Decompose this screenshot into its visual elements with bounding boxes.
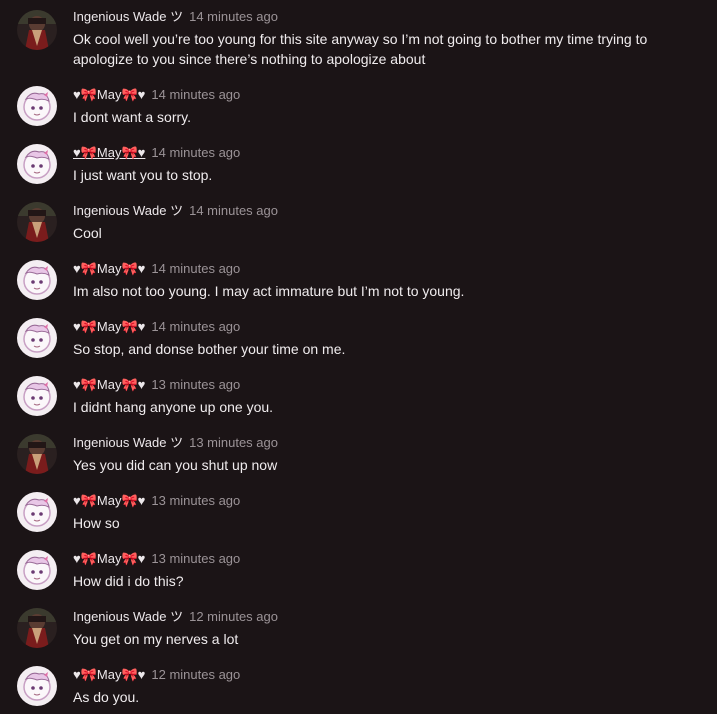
comment-text: How so	[73, 515, 120, 531]
user-avatar-pink[interactable]	[17, 376, 57, 416]
comment-text: You get on my nerves a lot	[73, 631, 239, 647]
user-avatar-pink[interactable]	[17, 86, 57, 126]
author-name[interactable]: ♥🎀May🎀♥	[73, 319, 145, 334]
comment-timestamp: 14 minutes ago	[189, 9, 278, 24]
comment-timestamp: 12 minutes ago	[151, 667, 241, 682]
user-avatar-dark[interactable]	[17, 608, 57, 648]
author-name[interactable]: ♥🎀May🎀♥	[73, 261, 145, 276]
comment-timestamp: 13 minutes ago	[189, 435, 278, 450]
author-name[interactable]: ♥🎀May🎀♥	[73, 377, 145, 392]
user-avatar-pink[interactable]	[17, 666, 57, 706]
comment-feed: Ingenious Wade ツ 14 minutes ago Ok cool w…	[0, 0, 717, 714]
author-name[interactable]: Ingenious Wade ツ	[73, 435, 183, 450]
comment-text: How did i do this?	[73, 573, 184, 589]
comment-timestamp: 14 minutes ago	[151, 261, 241, 276]
user-avatar-dark[interactable]	[17, 202, 57, 242]
author-name[interactable]: ♥🎀May🎀♥	[73, 551, 145, 566]
author-name[interactable]: Ingenious Wade ツ	[73, 9, 183, 24]
user-avatar-dark[interactable]	[17, 10, 57, 50]
user-avatar-pink[interactable]	[17, 260, 57, 300]
comment-timestamp: 13 minutes ago	[151, 551, 241, 566]
comment-text: Yes you did can you shut up now	[73, 457, 278, 473]
author-name[interactable]: Ingenious Wade ツ	[73, 609, 183, 624]
user-avatar-pink[interactable]	[17, 144, 57, 184]
user-avatar-pink[interactable]	[17, 550, 57, 590]
comment-timestamp: 13 minutes ago	[151, 493, 241, 508]
user-avatar-dark[interactable]	[17, 434, 57, 474]
comment-text: So stop, and donse bother your time on m…	[73, 341, 346, 357]
comment-timestamp: 14 minutes ago	[151, 87, 241, 102]
comment-text: Cool	[73, 225, 102, 241]
user-avatar-pink[interactable]	[17, 318, 57, 358]
author-name[interactable]: Ingenious Wade ツ	[73, 203, 183, 218]
comment-text: Ok cool well you’re too young for this s…	[73, 31, 648, 67]
comment-text: As do you.	[73, 689, 140, 705]
author-name[interactable]: ♥🎀May🎀♥	[73, 87, 145, 102]
comment-text: I dont want a sorry.	[73, 109, 192, 125]
user-avatar-pink[interactable]	[17, 492, 57, 532]
comment-text: I just want you to stop.	[73, 167, 213, 183]
comment-text: I didnt hang anyone up one you.	[73, 399, 274, 415]
comment-timestamp: 13 minutes ago	[151, 377, 241, 392]
author-name[interactable]: ♥🎀May🎀♥	[73, 493, 145, 508]
comment-text: Im also not too young. I may act immatur…	[73, 283, 465, 299]
comment-timestamp: 14 minutes ago	[151, 319, 241, 334]
comment-timestamp: 14 minutes ago	[189, 203, 278, 218]
author-name[interactable]: ♥🎀May🎀♥	[73, 145, 145, 160]
comment-timestamp: 12 minutes ago	[189, 609, 278, 624]
author-name[interactable]: ♥🎀May🎀♥	[73, 667, 145, 682]
comment-timestamp: 14 minutes ago	[151, 145, 241, 160]
